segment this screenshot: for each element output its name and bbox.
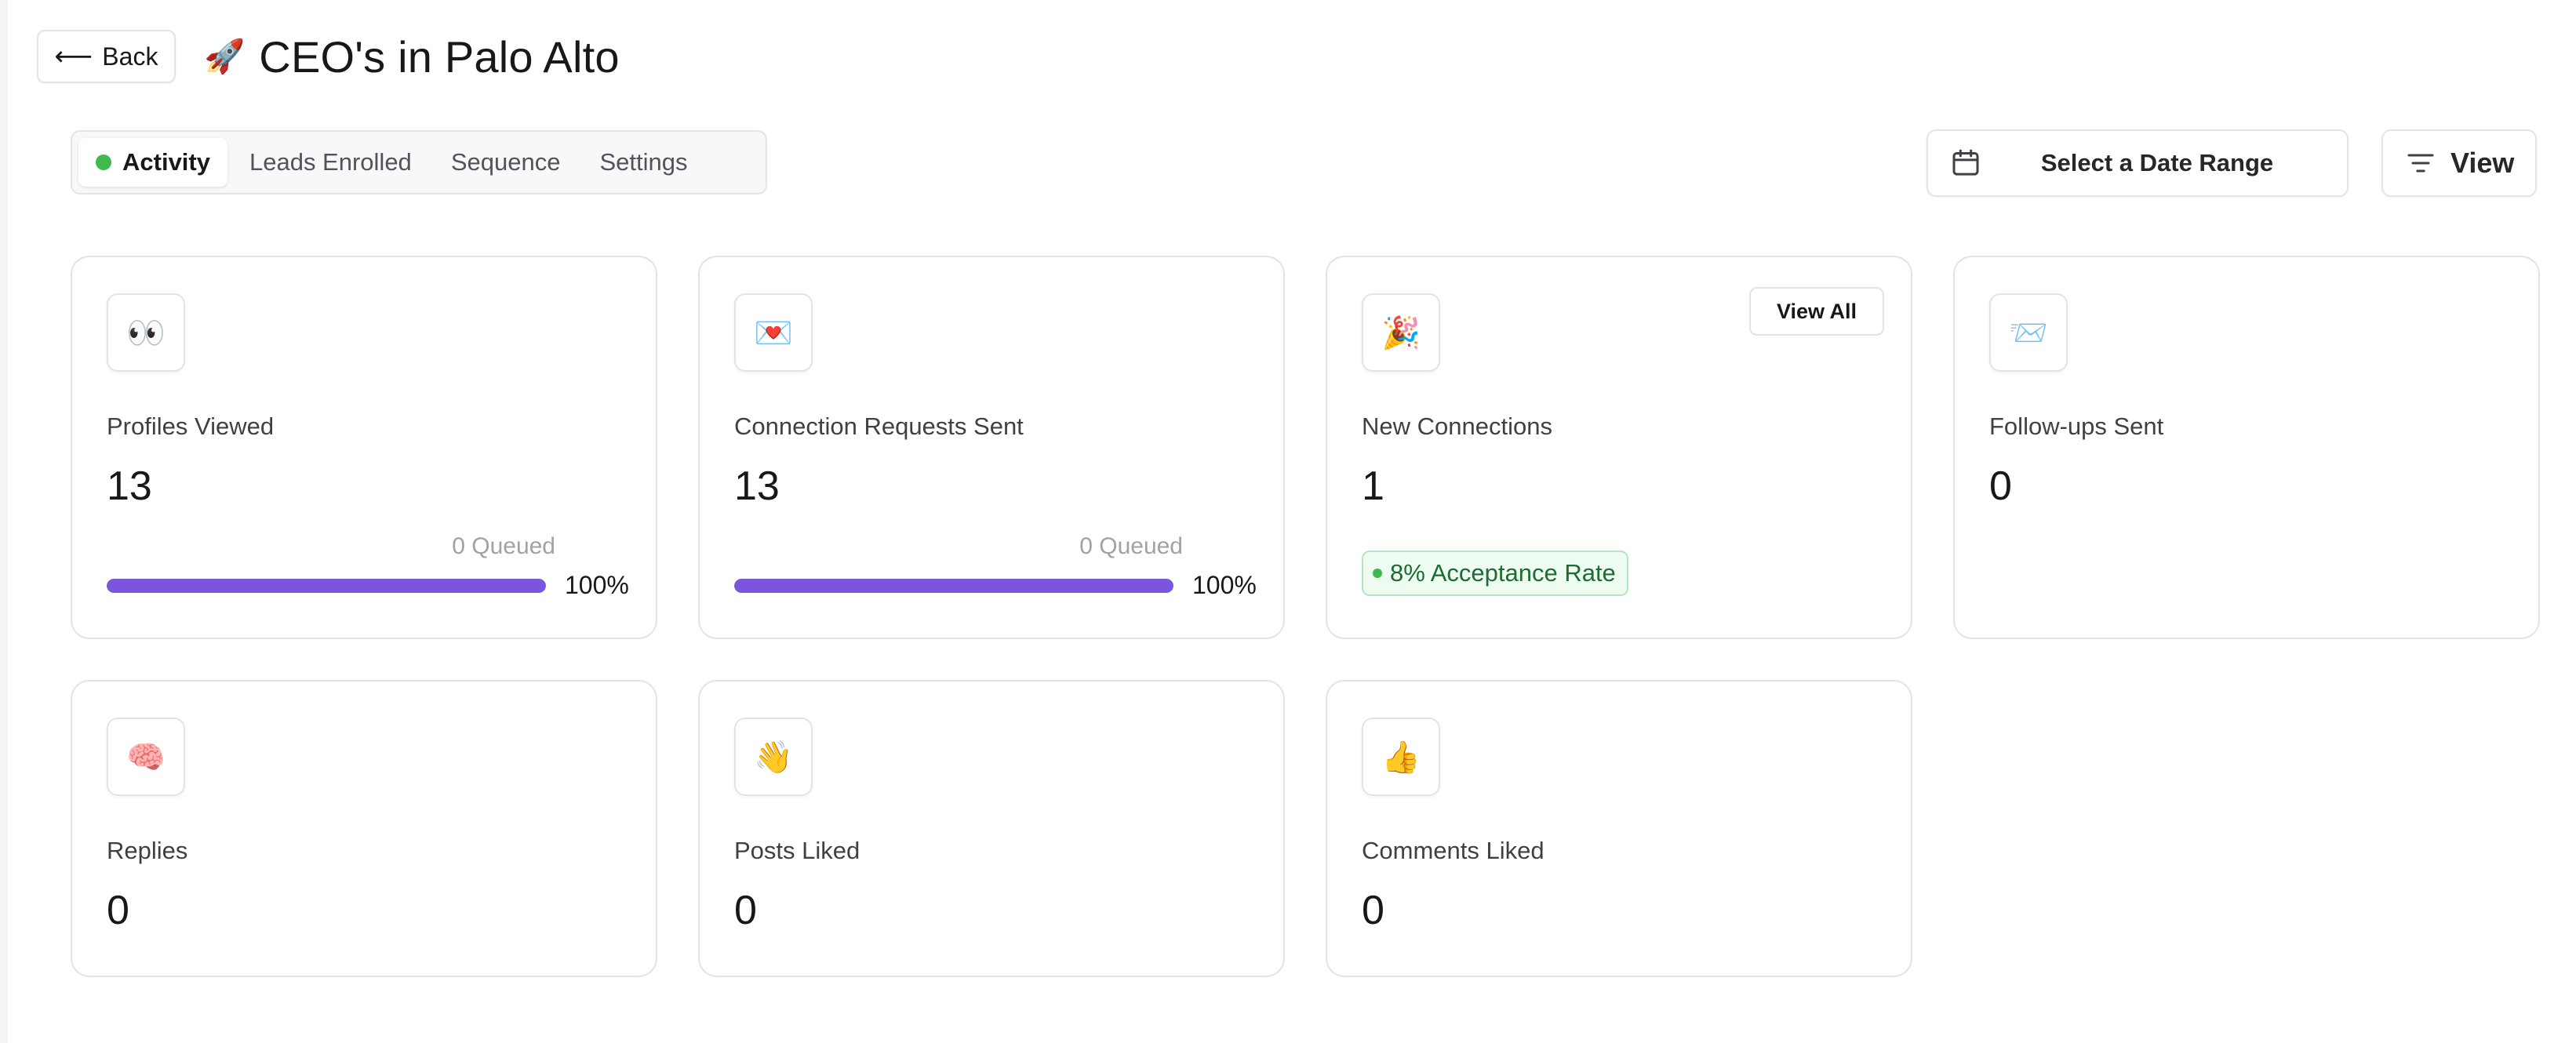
incoming-envelope-icon: 📨 [1989,293,2068,372]
love-letter-icon: 💌 [734,293,813,372]
card-value: 0 [1362,888,1384,933]
card-value: 0 [1989,463,2012,509]
tab-label: Settings [599,148,688,176]
brain-icon: 🧠 [107,718,185,796]
card-replies: 🧠 Replies 0 [71,680,657,977]
card-value: 13 [734,463,780,509]
card-profiles-viewed: 👀 Profiles Viewed 13 0 Queued 100% [71,256,657,639]
date-range-label: Select a Date Range [2040,149,2274,176]
card-label: Comments Liked [1362,837,1545,864]
tab-label: Sequence [450,148,561,176]
card-comments-liked: 👍 Comments Liked 0 [1326,680,1912,977]
party-popper-icon: 🎉 [1362,293,1440,372]
campaign-tabs: Activity Leads Enrolled Sequence Setting… [71,130,767,194]
view-all-button[interactable]: View All [1749,287,1884,336]
page-title: CEO's in Palo Alto [259,31,620,82]
thumbs-up-icon: 👍 [1362,718,1440,796]
card-connection-requests-sent: 💌 Connection Requests Sent 13 0 Queued 1… [698,256,1285,639]
waving-hand-icon: 👋 [734,718,813,796]
page-title-wrap: 🚀 CEO's in Palo Alto [204,30,620,83]
eyes-icon: 👀 [107,293,185,372]
card-label: Connection Requests Sent [734,412,1024,440]
card-value: 13 [107,463,152,509]
acceptance-rate-text: 8% Acceptance Rate [1390,559,1616,587]
tab-leads-enrolled[interactable]: Leads Enrolled [232,138,429,187]
queued-count: 0 Queued [1079,533,1183,559]
date-range-button[interactable]: Select a Date Range [1927,129,2349,197]
card-label: Profiles Viewed [107,412,275,440]
card-value: 0 [734,888,757,933]
card-label: Follow-ups Sent [1989,412,2164,440]
card-posts-liked: 👋 Posts Liked 0 [698,680,1285,977]
card-label: Posts Liked [734,837,860,864]
view-button[interactable]: View [2381,129,2537,197]
progress-percent: 100% [1192,571,1257,599]
card-value: 1 [1362,463,1384,509]
back-button-label: Back [102,42,158,71]
arrow-left-icon: ⟵ [54,42,93,71]
progress-bar [107,579,546,593]
tab-sequence[interactable]: Sequence [434,138,578,187]
progress-percent: 100% [565,571,629,599]
card-new-connections: 🎉 View All New Connections 1 8% Acceptan… [1326,256,1912,639]
tab-activity[interactable]: Activity [78,138,227,187]
progress-bar [734,579,1173,593]
view-button-label: View [2450,147,2515,179]
success-dot [1373,569,1382,578]
card-value: 0 [107,888,129,933]
tab-label: Activity [122,148,210,176]
active-status-dot [96,154,111,170]
filter-lines-icon [2407,154,2434,173]
card-label: Replies [107,837,188,864]
back-button[interactable]: ⟵ Back [37,30,176,83]
card-label: New Connections [1362,412,1552,440]
queued-count: 0 Queued [452,533,555,559]
tab-settings[interactable]: Settings [582,138,704,187]
rocket-icon: 🚀 [204,38,246,74]
tab-label: Leads Enrolled [249,148,412,176]
acceptance-rate-badge: 8% Acceptance Rate [1362,551,1628,596]
progress-fill [107,579,546,593]
progress-fill [734,579,1173,593]
card-followups-sent: 📨 Follow-ups Sent 0 [1953,256,2540,639]
campaign-activity-page: ⟵ Back 🚀 CEO's in Palo Alto Activity Lea… [0,0,2576,1043]
